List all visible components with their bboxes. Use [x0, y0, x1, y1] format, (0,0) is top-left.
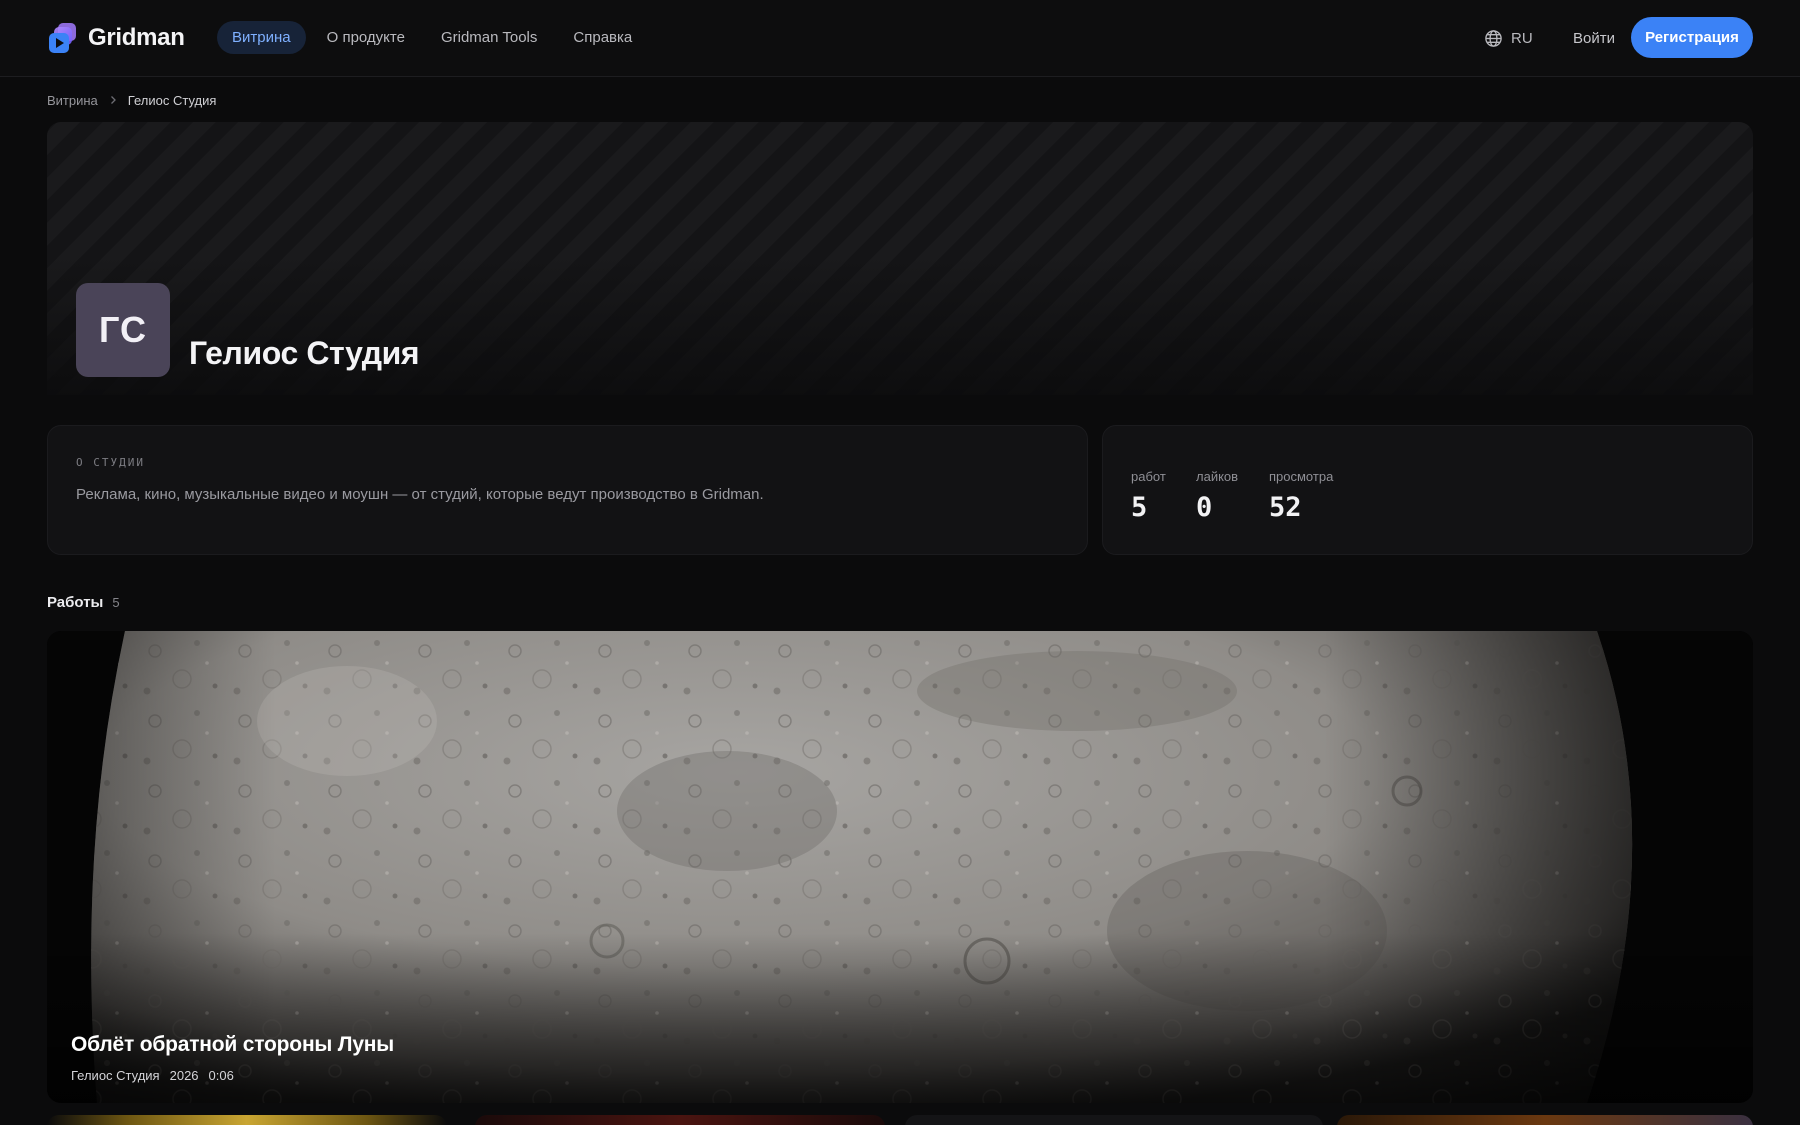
language-label: RU: [1511, 29, 1533, 47]
stat-value: 5: [1131, 492, 1148, 523]
main-nav: Витрина О продукте Gridman Tools Справка: [217, 21, 647, 54]
featured-work-duration: 0:06: [208, 1068, 234, 1083]
logo[interactable]: Gridman: [48, 22, 185, 54]
stat-label: работ: [1131, 469, 1166, 484]
globe-icon: [1485, 29, 1502, 47]
about-studio-card: О СТУДИИ Реклама, кино, музыкальные виде…: [47, 425, 1088, 555]
work-thumbnail[interactable]: [475, 1115, 885, 1125]
featured-work-studio: Гелиос Студия: [71, 1068, 160, 1083]
logo-text: Gridman: [88, 24, 185, 51]
work-thumbnail[interactable]: [1337, 1115, 1753, 1125]
featured-work-card[interactable]: Облёт обратной стороны Луны Гелиос Студи…: [47, 631, 1753, 1103]
stat-value: 52: [1269, 492, 1302, 523]
breadcrumb-root-link[interactable]: Витрина: [47, 93, 98, 108]
works-heading: Работы 5: [47, 594, 120, 614]
studio-avatar: ГС: [76, 283, 170, 377]
signup-button[interactable]: Регистрация: [1631, 17, 1753, 58]
stat-likes: лайков 0: [1196, 469, 1238, 523]
top-navigation-bar: Gridman Витрина О продукте Gridman Tools…: [0, 0, 1800, 77]
about-label: О СТУДИИ: [76, 456, 145, 469]
stat-label: лайков: [1196, 469, 1239, 484]
nav-item-gridman-tools[interactable]: Gridman Tools: [426, 21, 552, 54]
studio-stats-card: работ 5 лайков 0 просмотра 52: [1102, 425, 1753, 555]
featured-work-year: 2026: [169, 1068, 199, 1083]
works-count: 5: [112, 595, 120, 610]
login-link[interactable]: Войти: [1573, 27, 1615, 49]
stat-label: просмотра: [1269, 469, 1334, 484]
breadcrumb-current: Гелиос Студия: [127, 92, 217, 108]
nav-item-showcase[interactable]: Витрина: [217, 21, 306, 54]
featured-work-meta: Гелиос Студия 2026 0:06: [71, 1068, 234, 1083]
stat-works: работ 5: [1131, 469, 1166, 523]
studio-name: Гелиос Студия: [189, 335, 420, 371]
works-grid-next-row: [47, 1115, 1753, 1125]
work-thumbnail[interactable]: [47, 1115, 447, 1125]
stat-value: 0: [1196, 492, 1213, 523]
work-thumbnail[interactable]: [905, 1115, 1323, 1125]
stat-views: просмотра 52: [1269, 469, 1333, 523]
breadcrumb: Витрина Гелиос Студия: [47, 90, 216, 110]
works-title: Работы: [47, 594, 104, 611]
chevron-right-icon: [110, 96, 116, 104]
language-switcher[interactable]: RU: [1484, 27, 1533, 49]
featured-work-title[interactable]: Облёт обратной стороны Луны: [71, 1033, 394, 1057]
gridman-logo-icon: [49, 23, 76, 53]
about-text: Реклама, кино, музыкальные видео и моушн…: [76, 486, 764, 503]
nav-item-about-product[interactable]: О продукте: [312, 21, 420, 54]
nav-item-help[interactable]: Справка: [558, 21, 647, 54]
featured-work-overlay: [47, 933, 1753, 1103]
